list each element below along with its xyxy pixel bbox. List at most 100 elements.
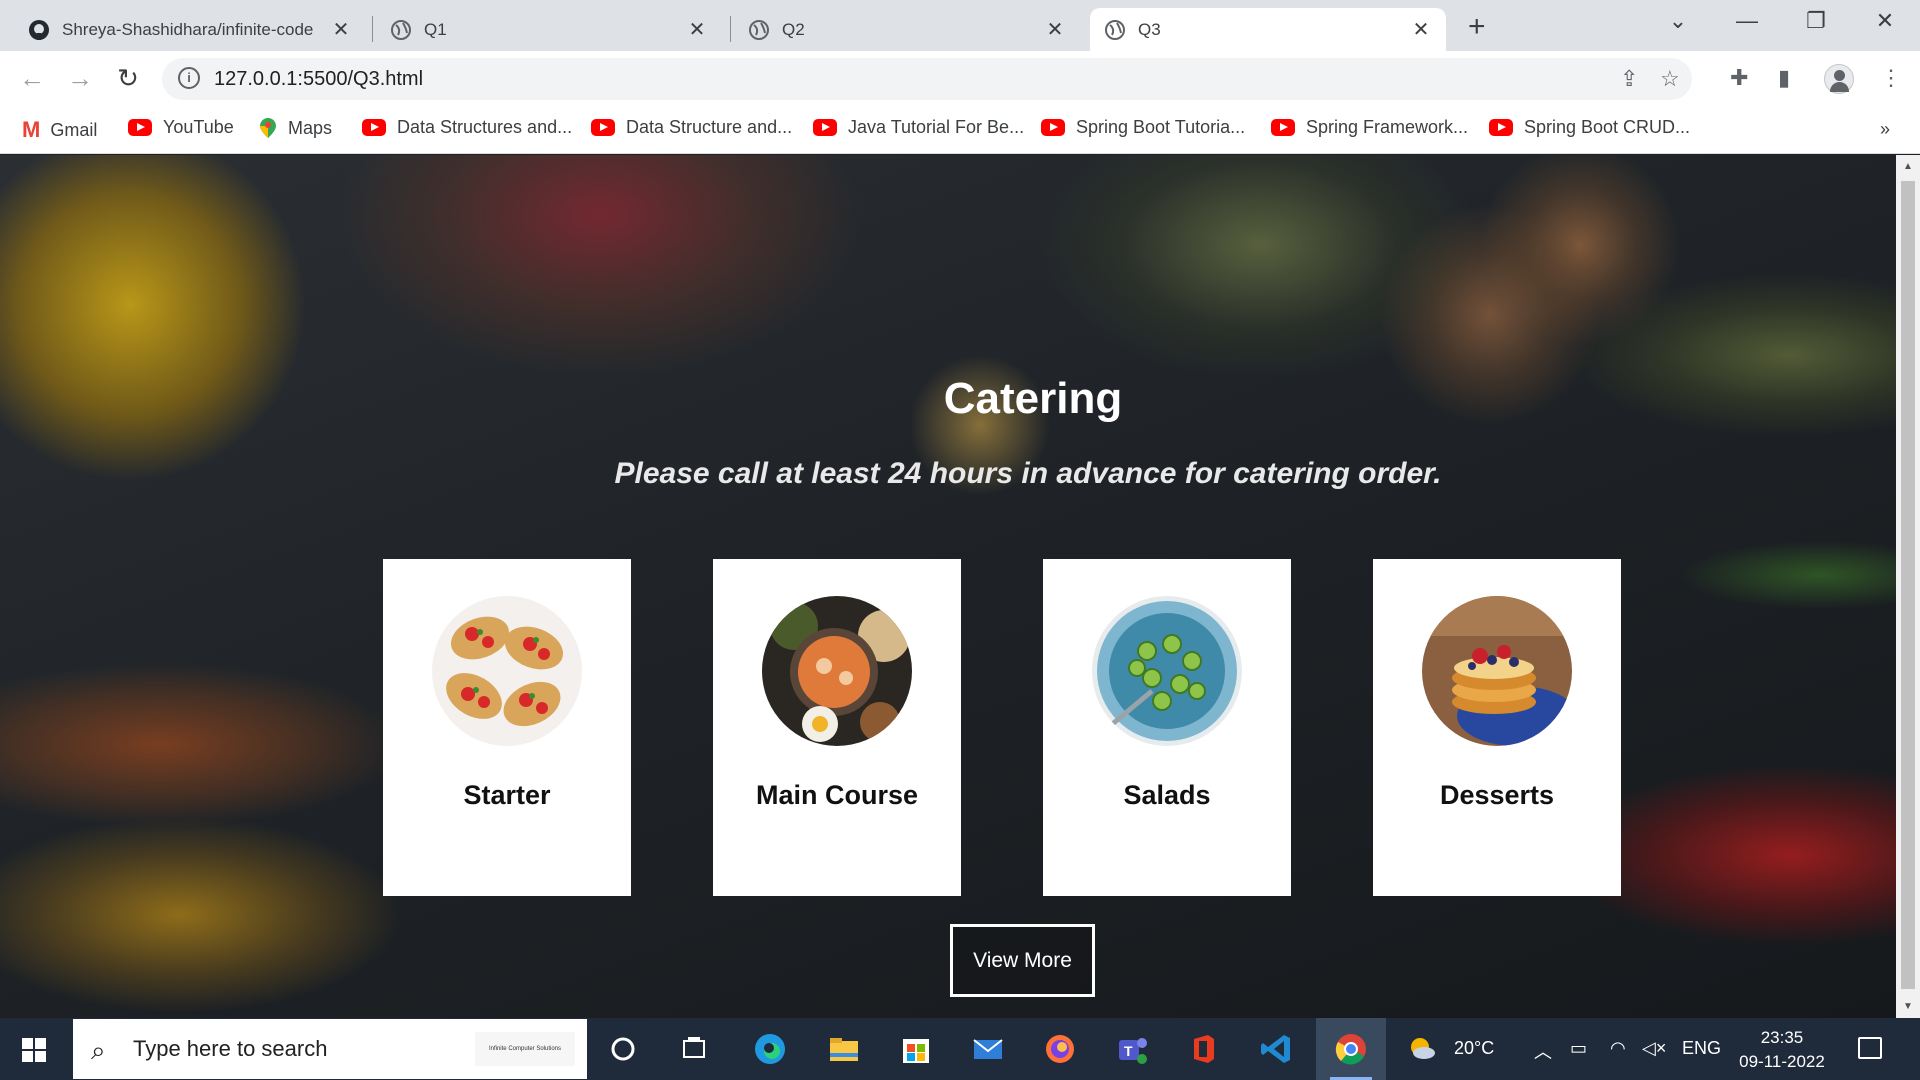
youtube-icon [128,119,152,136]
chrome-icon[interactable] [1333,1031,1369,1067]
bookmark-label: Maps [288,117,333,138]
wifi-icon[interactable]: ◠ [1610,1038,1626,1059]
tab-search-icon[interactable]: ⌄ [1663,8,1693,34]
address-bar[interactable]: i 127.0.0.1:5500/Q3.html ⇪ ☆ [162,58,1692,100]
clock-time: 23:35 [1760,1028,1804,1047]
vscode-icon[interactable] [1258,1031,1294,1067]
back-icon[interactable]: ← [16,63,48,94]
bookmark-gmail[interactable]: M Gmail [22,117,97,143]
menu-card-main-course[interactable]: Main Course [713,559,961,896]
tab-github[interactable]: Shreya-Shashidhara/infinite-code ✕ [14,8,366,51]
restore-button[interactable]: ❐ [1801,8,1831,34]
gmail-icon: M [22,117,41,142]
windows-taskbar: ⌕ Type here to search Infinite Computer … [0,1018,1920,1080]
bookmark-spring-framework[interactable]: Spring Framework... [1271,117,1468,138]
bookmark-star-icon[interactable]: ☆ [1660,66,1680,92]
tab-separator [372,16,373,42]
card-label: Salads [1123,780,1211,810]
office-icon[interactable] [1186,1031,1222,1067]
bookmark-label: Spring Framework... [1306,117,1469,137]
weather-icon [1411,1038,1435,1059]
page-title: Catering [943,374,1123,423]
microsoft-store-icon[interactable] [898,1031,934,1067]
task-view-icon[interactable] [676,1031,712,1067]
youtube-icon [362,119,386,136]
svg-text:T: T [1124,1043,1133,1059]
bookmark-maps[interactable]: Maps [258,117,332,139]
cortana-icon[interactable] [605,1031,641,1067]
search-placeholder: Type here to search [133,1036,328,1061]
menu-card-salads[interactable]: Salads [1043,559,1291,896]
edge-icon[interactable] [752,1031,788,1067]
extensions-icon[interactable]: ✚ [1730,65,1748,91]
menu-card-desserts[interactable]: Desserts [1373,559,1621,896]
scroll-down-arrow-icon[interactable]: ▼ [1896,1001,1920,1012]
taskbar-search-box[interactable]: ⌕ Type here to search Infinite Computer … [73,1019,587,1079]
show-hidden-icons-icon[interactable]: ︿ [1534,1038,1552,1064]
bookmark-spring-boot-crud[interactable]: Spring Boot CRUD... [1489,117,1690,138]
tab-strip: Shreya-Shashidhara/infinite-code ✕ Q1 ✕ … [0,0,1920,51]
bookmark-data-structures[interactable]: Data Structures and... [362,117,572,138]
globe-icon [749,19,769,40]
profile-avatar[interactable] [1824,64,1854,94]
scrollbar-thumb[interactable] [1901,181,1915,989]
view-more-button[interactable]: View More [950,924,1095,997]
notification-center-icon[interactable] [1858,1037,1882,1059]
close-tab-icon[interactable]: ✕ [686,17,708,42]
battery-icon[interactable]: ▭ [1570,1038,1587,1059]
tab-q1[interactable]: Q1 ✕ [376,8,722,51]
vertical-scrollbar[interactable]: ▲ ▼ [1896,155,1920,1018]
share-icon[interactable]: ⇪ [1620,66,1638,92]
tab-title: Q1 [424,19,447,39]
side-panel-icon[interactable]: ▮ [1778,65,1790,91]
reload-icon[interactable]: ↻ [112,63,144,94]
bookmark-label: Data Structures and... [397,117,573,137]
volume-icon[interactable]: ◁× [1642,1038,1666,1059]
tab-q2[interactable]: Q2 ✕ [734,8,1080,51]
bookmarks-bar: M Gmail YouTube Maps Data Structures and… [0,107,1920,154]
pancakes-photo [1422,596,1572,746]
page-viewport: Catering Please call at least 24 hours i… [0,155,1896,1018]
close-tab-icon[interactable]: ✕ [330,17,352,42]
card-label: Main Course [755,780,919,810]
youtube-icon [1489,119,1513,136]
page-subtitle: Please call at least 24 hours in advance… [614,457,1442,490]
weather-temperature[interactable]: 20°C [1454,1038,1494,1059]
bookmark-java-tutorial[interactable]: Java Tutorial For Be... [813,117,1024,138]
firefox-icon[interactable] [1042,1031,1078,1067]
curry-photo [762,596,912,746]
input-language[interactable]: ENG [1682,1038,1721,1059]
close-tab-icon[interactable]: ✕ [1044,17,1066,42]
globe-icon [1105,19,1125,40]
tab-q3[interactable]: Q3 ✕ [1090,8,1446,51]
menu-icon[interactable]: ⋮ [1880,65,1902,91]
bookmark-spring-boot-tutorial[interactable]: Spring Boot Tutoria... [1041,117,1245,138]
card-label: Starter [463,780,551,810]
bruschetta-photo [432,596,582,746]
url-text[interactable]: 127.0.0.1:5500/Q3.html [214,68,423,91]
scroll-up-arrow-icon[interactable]: ▲ [1896,161,1920,172]
teams-icon[interactable]: T [1114,1031,1150,1067]
system-clock[interactable]: 23:35 09-11-2022 [1736,1026,1828,1074]
forward-icon[interactable]: → [64,63,96,94]
tab-separator [730,16,731,42]
bookmark-youtube[interactable]: YouTube [128,117,234,138]
new-tab-button[interactable]: + [1468,10,1486,44]
tab-title: Q2 [782,19,805,39]
bookmark-label: Gmail [50,119,98,140]
site-info-icon[interactable]: i [178,67,200,89]
mail-icon[interactable] [970,1031,1006,1067]
minimize-button[interactable]: — [1732,8,1762,34]
close-window-button[interactable]: ✕ [1870,8,1900,34]
bookmark-data-structure[interactable]: Data Structure and... [591,117,792,138]
youtube-icon [1041,119,1065,136]
windows-start-icon[interactable] [22,1038,46,1062]
file-explorer-icon[interactable] [826,1031,862,1067]
bookmark-label: Data Structure and... [626,117,793,137]
menu-card-starter[interactable]: Starter [383,559,631,896]
youtube-icon [591,119,615,136]
bookmarks-overflow-icon[interactable]: » [1880,119,1890,140]
github-icon [29,19,49,40]
close-tab-icon[interactable]: ✕ [1410,17,1432,42]
cucumber-salad-photo [1092,596,1242,746]
